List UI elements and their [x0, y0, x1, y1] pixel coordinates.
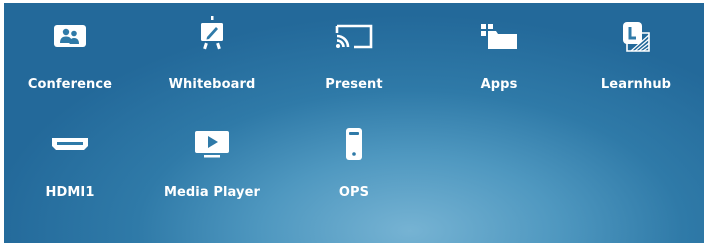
- ops-icon: [294, 123, 414, 165]
- conference-icon: [10, 15, 130, 57]
- app-whiteboard[interactable]: Whiteboard: [152, 15, 272, 95]
- app-label: HDMI1: [45, 185, 95, 200]
- app-learnhub[interactable]: Learnhub: [576, 15, 696, 95]
- app-apps[interactable]: Apps: [439, 15, 559, 95]
- app-label: Apps: [480, 77, 518, 92]
- app-label: Present: [325, 77, 383, 92]
- app-label: Learnhub: [600, 77, 672, 92]
- app-ops[interactable]: OPS: [294, 123, 414, 203]
- app-label: Whiteboard: [168, 77, 256, 92]
- app-hdmi1[interactable]: HDMI1: [10, 123, 130, 203]
- app-label: OPS: [338, 185, 370, 200]
- cast-icon: [294, 15, 414, 57]
- learnhub-icon: [576, 15, 696, 57]
- app-conference[interactable]: Conference: [10, 15, 130, 95]
- app-label: Media Player: [163, 185, 261, 200]
- media-player-icon: [152, 123, 272, 165]
- hdmi-icon: [10, 123, 130, 165]
- apps-icon: [439, 15, 559, 57]
- app-present[interactable]: Present: [294, 15, 414, 95]
- whiteboard-icon: [152, 15, 272, 57]
- launcher-panel: Conference Whiteboard Present Apps Learn…: [4, 3, 704, 243]
- app-label: Conference: [27, 77, 113, 92]
- app-media-player[interactable]: Media Player: [152, 123, 272, 203]
